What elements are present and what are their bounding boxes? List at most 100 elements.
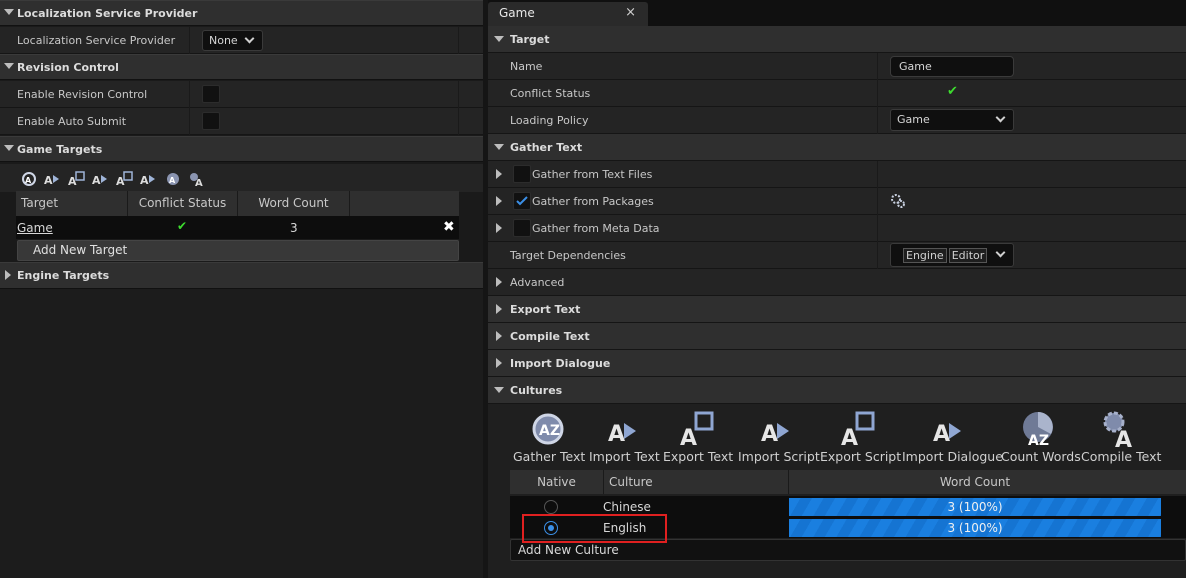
checkmark-icon [516,196,528,206]
import-script-icon[interactable]: A [92,171,110,187]
property-row-conflict-status: Conflict Status ✔ [488,80,1186,107]
section-title: Engine Targets [17,269,110,282]
enable-auto-submit-checkbox[interactable] [202,112,220,130]
import-script-button[interactable]: A Import Script [738,403,820,468]
property-label: Conflict Status [510,87,591,100]
target-name-link[interactable]: Game [17,221,53,235]
service-provider-dropdown[interactable]: None [202,30,263,51]
native-culture-radio[interactable] [544,500,558,514]
section-localization-service-provider[interactable]: Localization Service Provider [0,0,483,26]
collapse-arrow-icon[interactable] [494,144,504,150]
section-cultures[interactable]: Cultures [488,377,1186,404]
column-header-native[interactable]: Native [510,470,604,494]
gather-from-meta-data-checkbox[interactable] [513,219,531,237]
table-row[interactable]: Game ✔ 3 ✖ [16,216,459,239]
section-game-targets[interactable]: Game Targets [0,136,483,162]
section-title: Import Dialogue [510,357,611,370]
property-label: Loading Policy [510,114,589,127]
expand-arrow-icon[interactable] [496,358,502,368]
target-dependencies-dropdown[interactable]: Engine Editor [890,243,1014,267]
delete-icon[interactable]: ✖ [443,219,455,235]
tool-label: Import Script [738,449,820,464]
expand-arrow-icon[interactable] [496,277,502,287]
section-revision-control[interactable]: Revision Control [0,54,483,80]
expand-arrow-icon[interactable] [5,270,11,280]
dropdown-value: None [209,34,238,47]
tab-label: Game [499,6,535,20]
tool-label: Gather Text [513,449,586,464]
close-icon[interactable]: × [625,5,636,20]
target-details-pane: Game × Target Name Game Conflict Status … [488,0,1186,578]
export-script-icon[interactable]: A [116,171,134,188]
property-label: Advanced [510,276,565,289]
expand-arrow-icon[interactable] [496,304,502,314]
svg-text:AZ: AZ [539,423,560,439]
tab-game[interactable]: Game × [488,2,648,26]
svg-text:A: A [841,426,858,449]
column-header-word-count[interactable]: Word Count [238,191,350,216]
section-export-text[interactable]: Export Text [488,296,1186,323]
add-new-target-button[interactable]: Add New Target [17,240,459,261]
property-label: Target Dependencies [510,249,626,262]
property-row-advanced[interactable]: Advanced [488,269,1186,296]
column-divider [877,53,878,80]
column-divider [877,107,878,134]
section-title: Revision Control [17,61,119,74]
count-words-button[interactable]: AZ Count Words [1001,403,1081,468]
collapse-arrow-icon[interactable] [494,36,504,42]
section-compile-text[interactable]: Compile Text [488,323,1186,350]
column-header-culture[interactable]: Culture [604,470,789,494]
collapse-arrow-icon[interactable] [4,63,14,69]
column-divider [877,215,878,242]
export-script-button[interactable]: A Export Script [820,403,902,468]
compile-text-icon[interactable]: A [188,171,206,189]
export-text-button[interactable]: A Export Text [663,403,733,468]
highlight-box [522,514,667,543]
count-words-icon[interactable]: A [164,171,182,187]
section-title: Cultures [510,384,563,397]
import-dialogue-button[interactable]: A Import Dialogue [902,403,1003,468]
expand-arrow-icon[interactable] [496,331,502,341]
loading-policy-dropdown[interactable]: Game [890,109,1014,131]
section-engine-targets[interactable]: Engine Targets [0,262,483,289]
collapse-arrow-icon[interactable] [4,145,14,151]
column-divider [458,81,459,108]
property-row-loading-policy: Loading Policy Game [488,107,1186,134]
gather-from-packages-checkbox[interactable] [513,192,531,210]
check-icon: ✔ [177,219,188,233]
import-dialogue-icon[interactable]: A [140,171,158,187]
import-text-icon[interactable]: A [44,171,62,187]
tool-label: Export Text [663,449,734,464]
expand-arrow-icon[interactable] [496,196,502,206]
gather-text-button[interactable]: AZ Gather Text [513,403,586,468]
collapse-arrow-icon[interactable] [494,387,504,393]
import-text-button[interactable]: A Import Text [589,403,660,468]
section-gather-text[interactable]: Gather Text [488,134,1186,161]
property-label: Enable Auto Submit [17,115,127,128]
localization-dashboard-pane: Localization Service Provider Localizati… [0,0,483,578]
cultures-toolbar: AZ Gather Text A Import Text A Export Te… [510,403,1186,468]
enable-revision-control-checkbox[interactable] [202,85,220,103]
compile-text-button[interactable]: A Compile Text [1081,403,1161,468]
tool-label: Export Script [820,449,902,464]
collapse-arrow-icon[interactable] [4,9,14,15]
chevron-down-icon [244,33,255,44]
column-divider [877,188,878,215]
import-dialogue-icon: A [933,422,961,447]
expand-arrow-icon[interactable] [496,223,502,233]
export-text-icon[interactable]: A [68,171,86,188]
gears-icon[interactable] [890,193,906,212]
property-row-gather-text-files: Gather from Text Files [488,161,1186,188]
column-header-target[interactable]: Target [16,191,128,216]
section-import-dialogue[interactable]: Import Dialogue [488,350,1186,377]
column-divider [458,108,459,135]
expand-arrow-icon[interactable] [496,169,502,179]
gather-from-text-files-checkbox[interactable] [513,165,531,183]
game-targets-table-header: Target Conflict Status Word Count [16,191,459,216]
column-header-conflict-status[interactable]: Conflict Status [128,191,238,216]
word-count-progress-bar: 3 (100%) [789,519,1161,537]
section-target[interactable]: Target [488,26,1186,53]
gather-text-icon[interactable]: A [21,171,39,187]
column-header-word-count[interactable]: Word Count [789,470,1161,494]
name-input[interactable]: Game [890,56,1014,77]
